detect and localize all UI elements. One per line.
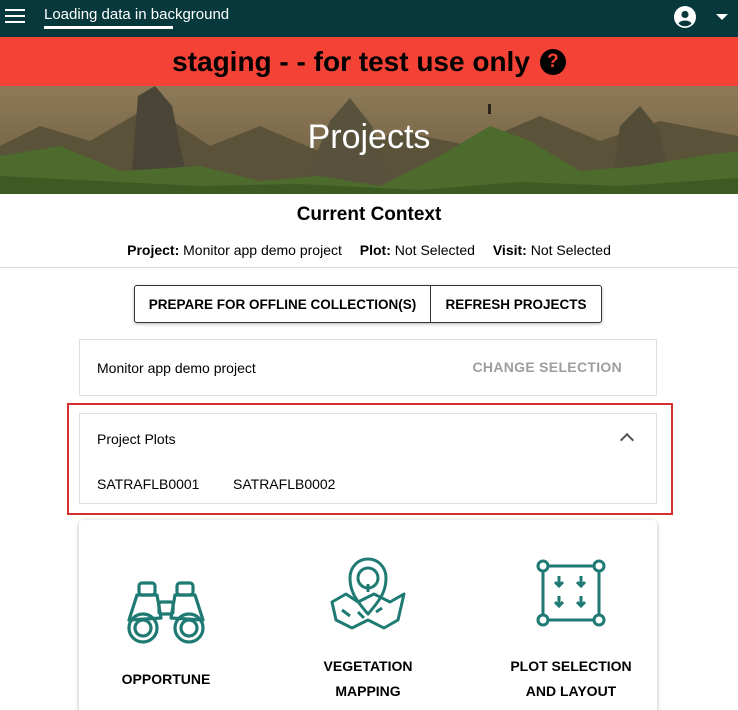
- visit-label: Visit:: [492, 242, 527, 258]
- help-glyph: ?: [547, 50, 559, 72]
- banner-text: staging - - for test use only: [172, 45, 530, 77]
- module-label: PLOT SELECTION: [510, 658, 632, 674]
- visit-value: Not Selected: [530, 242, 611, 258]
- plot-layout-icon: [536, 559, 606, 627]
- module-label: AND LAYOUT: [525, 683, 617, 699]
- module-vegetation-mapping[interactable]: VEGETATION MAPPING: [283, 520, 453, 710]
- change-selection-button[interactable]: CHANGE SELECTION: [473, 359, 622, 375]
- module-plot-selection[interactable]: PLOT SELECTION AND LAYOUT: [486, 520, 656, 710]
- page-title: Projects: [307, 118, 431, 156]
- module-label: MAPPING: [335, 683, 401, 699]
- project-plots-panel: Project Plots SATRAFLB0001 SATRAFLB0002: [79, 413, 657, 504]
- plot-value: Not Selected: [394, 242, 475, 258]
- project-selection-card: Monitor app demo project CHANGE SELECTIO…: [79, 339, 657, 396]
- binoculars-icon: [127, 581, 205, 644]
- action-button-group: PREPARE FOR OFFLINE COLLECTION(S) REFRES…: [134, 285, 602, 323]
- map-pin-icon: [330, 557, 406, 630]
- module-label: OPPORTUNE: [121, 671, 211, 687]
- loading-progress-bar: [44, 26, 173, 29]
- plot-label: Plot:: [359, 242, 391, 258]
- caret-down-icon[interactable]: [716, 14, 728, 20]
- account-circle-icon[interactable]: [674, 6, 696, 28]
- context-summary: Project: Monitor app demo project Plot: …: [0, 242, 738, 258]
- refresh-projects-button[interactable]: REFRESH PROJECTS: [431, 286, 601, 322]
- plot-item[interactable]: SATRAFLB0002: [233, 476, 335, 492]
- selected-project-name: Monitor app demo project: [97, 360, 256, 376]
- project-value: Monitor app demo project: [183, 242, 342, 258]
- chevron-up-icon[interactable]: [619, 432, 635, 448]
- top-app-bar: Loading data in background: [0, 0, 738, 37]
- prepare-offline-button[interactable]: PREPARE FOR OFFLINE COLLECTION(S): [135, 286, 431, 322]
- protocol-modules-card: OPPORTUNE VEGETATION MAPPING PLOT SELECT…: [79, 520, 657, 710]
- module-label: VEGETATION: [323, 658, 413, 674]
- project-label: Project:: [127, 242, 180, 258]
- staging-banner: staging - - for test use only ?: [0, 37, 738, 86]
- hamburger-menu-icon[interactable]: [5, 9, 25, 26]
- hero-image: Projects: [0, 86, 738, 194]
- project-plots-title: Project Plots: [97, 431, 176, 447]
- plot-item[interactable]: SATRAFLB0001: [97, 476, 199, 492]
- module-opportune[interactable]: OPPORTUNE: [81, 520, 251, 710]
- help-circle-icon[interactable]: ?: [539, 48, 566, 75]
- divider: [0, 267, 738, 268]
- current-context-title: Current Context: [296, 204, 442, 225]
- loading-status-text: Loading data in background: [44, 6, 230, 23]
